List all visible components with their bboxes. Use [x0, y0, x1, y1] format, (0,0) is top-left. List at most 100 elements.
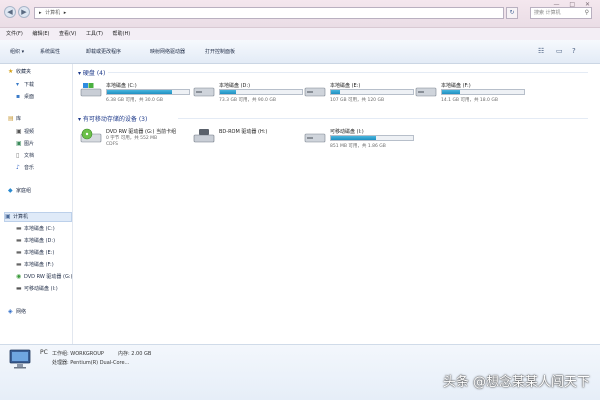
sidebar-item-removable[interactable]: ▬ 可移动磁盘 (I:) [16, 285, 58, 293]
drive-usage-fill [107, 90, 172, 94]
drive-tile-d[interactable]: 本地磁盘 (D:) 73.3 GB 可用，共 90.0 GB [193, 78, 303, 108]
computer-name: PC [40, 349, 48, 356]
drive-tile-f[interactable]: 本地磁盘 (F:) 14.1 GB 可用，共 18.0 GB [415, 78, 525, 108]
sidebar-item-music[interactable]: ♪ 音乐 [16, 164, 34, 172]
drive-tile-e[interactable]: 本地磁盘 (E:) 107 GB 可用，共 120 GB [304, 78, 414, 108]
sidebar-item-label: 可移动磁盘 (I:) [24, 286, 58, 292]
drive-usage-fill [220, 90, 236, 94]
sidebar-item-label: 视频 [24, 129, 35, 135]
breadcrumb-arrow-2[interactable]: ▸ [64, 10, 67, 16]
search-input[interactable]: 搜索 计算机 ⚲ [530, 7, 592, 19]
video-icon: ▣ [16, 128, 22, 135]
uninstall-program-button[interactable]: 卸载或更改程序 [86, 40, 121, 64]
device-tile-dvd[interactable]: DVD RW 驱动器 (G:) 当前卡组 0 字节 可用，共 552 MB CD… [80, 124, 190, 154]
sidebar-item-label: 下载 [24, 82, 35, 88]
star-icon: ★ [8, 68, 14, 75]
sidebar-item-label: 库 [16, 116, 22, 122]
command-bar: 组织 ▾ 系统属性 卸载或更改程序 映射网络驱动器 打开控制面板 ☷ ▭ ? [0, 40, 600, 64]
device-tile-removable[interactable]: 可移动磁盘 (I:) 851 MB 可用，共 1.86 GB [304, 124, 414, 154]
breadcrumb-arrow: ▸ [39, 10, 42, 16]
menu-tools[interactable]: 工具(T) [82, 28, 107, 40]
hard-drive-icon [415, 87, 437, 97]
sidebar-item-label: 本地磁盘 (D:) [24, 238, 56, 244]
drive-usage-bar [219, 89, 303, 95]
memory-label: 内存: 2.00 GB [118, 351, 152, 357]
hard-drive-icon [193, 87, 215, 97]
sidebar-item-label: 音乐 [24, 165, 35, 171]
menu-bar: 文件(F) 编辑(E) 查看(V) 工具(T) 帮助(H) [0, 28, 600, 40]
drive-name: 本地磁盘 (E:) [330, 83, 361, 89]
menu-help[interactable]: 帮助(H) [109, 28, 135, 40]
sidebar-item-label: 家庭组 [16, 188, 32, 194]
map-network-drive-button[interactable]: 映射网络驱动器 [150, 40, 185, 64]
hard-drive-icon: ▬ [16, 249, 22, 256]
sidebar-item-label: 收藏夹 [16, 69, 32, 75]
hard-drive-windows-icon [80, 83, 102, 97]
group-header-hard-disks[interactable]: ▾ 硬盘 (4) [78, 68, 105, 77]
sidebar-item-library[interactable]: ▤ 库 [8, 115, 21, 123]
drive-usage-fill [331, 136, 377, 140]
device-free-space: 0 字节 可用，共 552 MB [106, 136, 158, 141]
sidebar-item-label: 桌面 [24, 94, 35, 100]
workgroup-label: 工作组: WORKGROUP [52, 351, 104, 357]
system-properties-button[interactable]: 系统属性 [40, 40, 60, 64]
back-icon[interactable]: ◀ [4, 6, 16, 18]
menu-edit[interactable]: 编辑(E) [28, 28, 53, 40]
sidebar-item-drive-c[interactable]: ▬ 本地磁盘 (C:) [16, 225, 55, 233]
group-header-removable[interactable]: ▾ 有可移动存储的设备 (3) [78, 114, 147, 123]
drive-usage-bar [106, 89, 190, 95]
homegroup-icon: ◆ [8, 187, 13, 194]
forward-icon[interactable]: ▶ [18, 6, 30, 18]
download-icon: ▾ [16, 81, 20, 88]
drive-usage-bar [441, 89, 525, 95]
breadcrumb-computer[interactable]: 计算机 [45, 10, 60, 16]
sidebar-item-downloads[interactable]: ▾ 下载 [16, 81, 34, 89]
sidebar-item-label: DVD RW 驱动器 (G:) [24, 274, 73, 280]
sidebar-item-label: 文档 [24, 153, 35, 159]
library-icon: ▤ [8, 115, 14, 122]
drive-name: 本地磁盘 (D:) [219, 83, 251, 89]
computer-icon: ▣ [5, 213, 11, 220]
address-bar-area: ◀ ▶ ▸ 计算机 ▸ ↻ 搜索 计算机 ⚲ — □ ✕ [0, 0, 600, 28]
dvd-drive-icon [80, 128, 102, 143]
view-options-icon[interactable]: ☷ [538, 47, 544, 55]
help-icon[interactable]: ? [572, 47, 576, 55]
sidebar-item-favorites[interactable]: ★ 收藏夹 [8, 68, 31, 76]
group-divider [108, 72, 588, 73]
sidebar-item-network[interactable]: ◈ 网络 [8, 308, 26, 316]
device-name: 可移动磁盘 (I:) [330, 129, 364, 135]
sidebar-item-documents[interactable]: ▯ 文档 [16, 152, 34, 160]
sidebar-item-video[interactable]: ▣ 视频 [16, 128, 34, 136]
address-input[interactable]: ▸ 计算机 ▸ [34, 7, 504, 19]
drive-usage-bar [330, 135, 414, 141]
hard-drive-icon: ▬ [16, 225, 22, 232]
sidebar-item-dvd[interactable]: ◉ DVD RW 驱动器 (G:) [16, 273, 72, 281]
sidebar-item-pictures[interactable]: ▣ 图片 [16, 140, 34, 148]
window-controls[interactable]: — □ ✕ [553, 1, 594, 8]
sidebar-item-drive-e[interactable]: ▬ 本地磁盘 (E:) [16, 249, 54, 257]
sidebar-item-label: 本地磁盘 (C:) [24, 226, 55, 232]
menu-view[interactable]: 查看(V) [55, 28, 80, 40]
explorer-window: ◀ ▶ ▸ 计算机 ▸ ↻ 搜索 计算机 ⚲ — □ ✕ 文件(F) 编辑(E)… [0, 0, 600, 400]
sidebar-item-label: 本地磁盘 (F:) [24, 262, 54, 268]
drive-free-space: 107 GB 可用，共 120 GB [330, 98, 385, 103]
preview-pane-icon[interactable]: ▭ [556, 47, 563, 55]
organize-button[interactable]: 组织 ▾ [10, 40, 24, 64]
device-tile-bdrom[interactable]: BD-ROM 驱动器 (H:) [193, 124, 303, 154]
computer-icon [9, 349, 31, 369]
menu-file[interactable]: 文件(F) [0, 28, 27, 40]
sidebar-item-homegroup[interactable]: ◆ 家庭组 [8, 187, 31, 195]
navigation-pane: ★ 收藏夹 ▾ 下载 ▪ 桌面 ▤ 库 ▣ 视频 ▣ 图片 ▯ 文档 ♪ 音乐 ◆ 家庭组 ▣ 计算… [0, 64, 73, 344]
usb-drive-icon [304, 133, 326, 143]
open-control-panel-button[interactable]: 打开控制面板 [205, 40, 235, 64]
refresh-icon[interactable]: ↻ [506, 7, 518, 19]
drive-tile-c[interactable]: 本地磁盘 (C:) 6.38 GB 可用，共 30.0 GB [80, 78, 190, 108]
sidebar-item-computer[interactable]: ▣ 计算机 [4, 212, 72, 222]
device-name: DVD RW 驱动器 (G:) 当前卡组 [106, 129, 177, 135]
hard-drive-icon [304, 87, 326, 97]
sidebar-item-desktop[interactable]: ▪ 桌面 [16, 93, 34, 101]
usb-drive-icon: ▬ [16, 285, 22, 292]
sidebar-item-drive-d[interactable]: ▬ 本地磁盘 (D:) [16, 237, 55, 245]
sidebar-item-drive-f[interactable]: ▬ 本地磁盘 (F:) [16, 261, 54, 269]
processor-label: 处理器: Pentium(R) Dual-Core... [52, 360, 130, 366]
